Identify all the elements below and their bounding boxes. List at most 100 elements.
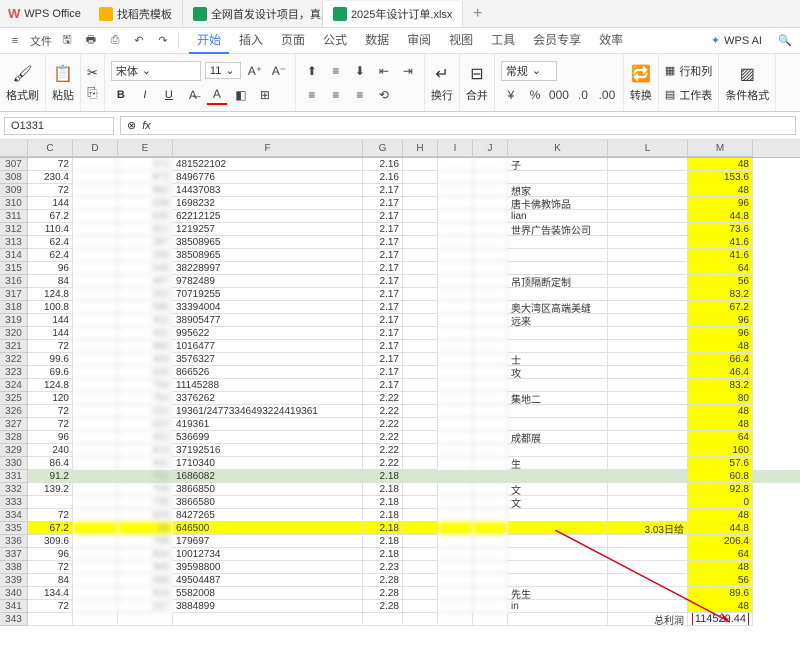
- cell[interactable]: [608, 509, 688, 522]
- cell[interactable]: [608, 171, 688, 184]
- cell[interactable]: 3576327: [173, 353, 363, 366]
- cell[interactable]: [473, 262, 508, 275]
- row-header[interactable]: 314: [0, 249, 28, 262]
- cell[interactable]: [73, 470, 118, 483]
- cell[interactable]: [403, 600, 438, 613]
- cell[interactable]: 735: [118, 496, 173, 509]
- cell[interactable]: 179697: [173, 535, 363, 548]
- table-row[interactable]: 33086.444117103402.22生57.6: [0, 457, 800, 470]
- table-row[interactable]: 329240814371925162.22160: [0, 444, 800, 457]
- cell[interactable]: 36: [118, 522, 173, 535]
- tab-formula[interactable]: 公式: [315, 27, 355, 54]
- cell[interactable]: 83.2: [688, 379, 753, 392]
- cell[interactable]: [508, 249, 608, 262]
- fill-color-button[interactable]: ◧: [231, 85, 251, 105]
- row-header[interactable]: 312: [0, 223, 28, 236]
- cell[interactable]: 62.4: [28, 236, 73, 249]
- cell[interactable]: 872: [118, 171, 173, 184]
- cell[interactable]: [438, 197, 473, 210]
- cell[interactable]: 成都展: [508, 431, 608, 444]
- cell[interactable]: 远来: [508, 314, 608, 327]
- cell[interactable]: 38508965: [173, 236, 363, 249]
- cell[interactable]: 攻: [508, 366, 608, 379]
- col-header[interactable]: C: [28, 140, 73, 157]
- cell[interactable]: 72: [28, 405, 73, 418]
- cell[interactable]: [403, 158, 438, 171]
- cell[interactable]: 2.17: [363, 301, 403, 314]
- cell[interactable]: [73, 171, 118, 184]
- col-header[interactable]: H: [403, 140, 438, 157]
- cell[interactable]: [438, 535, 473, 548]
- cell[interactable]: [73, 366, 118, 379]
- cell[interactable]: 1698232: [173, 197, 363, 210]
- cell[interactable]: 72: [28, 340, 73, 353]
- cell[interactable]: 67.2: [28, 210, 73, 223]
- cell[interactable]: 419361: [173, 418, 363, 431]
- cell[interactable]: [403, 184, 438, 197]
- cell[interactable]: [403, 236, 438, 249]
- cell[interactable]: 2.17: [363, 288, 403, 301]
- row-header[interactable]: 340: [0, 587, 28, 600]
- cell[interactable]: [438, 548, 473, 561]
- table-row[interactable]: 31362.4287385089652.1741.6: [0, 236, 800, 249]
- cell[interactable]: [608, 353, 688, 366]
- cell[interactable]: [473, 288, 508, 301]
- cell[interactable]: [473, 197, 508, 210]
- cell[interactable]: [473, 587, 508, 600]
- cell[interactable]: 62.4: [28, 249, 73, 262]
- cell[interactable]: 39598800: [173, 561, 363, 574]
- cell[interactable]: 704: [118, 379, 173, 392]
- cell[interactable]: [508, 262, 608, 275]
- cell[interactable]: 69.6: [28, 366, 73, 379]
- cell[interactable]: 2.17: [363, 314, 403, 327]
- comma-button[interactable]: 000: [549, 85, 569, 105]
- cell[interactable]: [508, 171, 608, 184]
- format-brush-button[interactable]: 🖌格式刷: [6, 63, 39, 103]
- cell[interactable]: 754: [118, 392, 173, 405]
- cell[interactable]: 48: [688, 158, 753, 171]
- cell[interactable]: [403, 288, 438, 301]
- cell[interactable]: [438, 483, 473, 496]
- cell[interactable]: 66.4: [688, 353, 753, 366]
- row-header[interactable]: 338: [0, 561, 28, 574]
- search-icon[interactable]: 🔍: [776, 32, 794, 50]
- cell[interactable]: 2.17: [363, 223, 403, 236]
- cell[interactable]: 2.18: [363, 509, 403, 522]
- cell[interactable]: [438, 158, 473, 171]
- table-row[interactable]: 32369.66208665262.17攻46.4: [0, 366, 800, 379]
- cell[interactable]: [508, 470, 608, 483]
- cell[interactable]: 814: [118, 444, 173, 457]
- table-row[interactable]: 319144911389054772.17远来96: [0, 314, 800, 327]
- cell[interactable]: 10012734: [173, 548, 363, 561]
- col-header[interactable]: M: [688, 140, 753, 157]
- cell[interactable]: [403, 561, 438, 574]
- cell[interactable]: [73, 262, 118, 275]
- cell[interactable]: [608, 483, 688, 496]
- cell[interactable]: [73, 353, 118, 366]
- cell[interactable]: 96: [28, 262, 73, 275]
- cell[interactable]: [403, 353, 438, 366]
- cell[interactable]: [403, 574, 438, 587]
- cell[interactable]: 41.6: [688, 249, 753, 262]
- cell[interactable]: [608, 327, 688, 340]
- table-row[interactable]: 328964525366992.22成都展64: [0, 431, 800, 444]
- cell[interactable]: 022: [118, 418, 173, 431]
- cell[interactable]: [73, 431, 118, 444]
- cell[interactable]: 72: [28, 158, 73, 171]
- cell[interactable]: [473, 431, 508, 444]
- table-row[interactable]: 327720224193612.2248: [0, 418, 800, 431]
- cell[interactable]: [438, 444, 473, 457]
- row-header[interactable]: 318: [0, 301, 28, 314]
- cell[interactable]: [473, 457, 508, 470]
- row-header[interactable]: 335: [0, 522, 28, 535]
- cell[interactable]: 200: [118, 249, 173, 262]
- cell[interactable]: [403, 249, 438, 262]
- redo-icon[interactable]: ↷: [154, 32, 172, 50]
- cell[interactable]: 2.17: [363, 197, 403, 210]
- cell[interactable]: 99.6: [28, 353, 73, 366]
- cell[interactable]: 96: [688, 327, 753, 340]
- row-header[interactable]: 325: [0, 392, 28, 405]
- cell[interactable]: 144: [28, 197, 73, 210]
- table-row[interactable]: 308230.487284967762.16153.6: [0, 171, 800, 184]
- cell[interactable]: [403, 405, 438, 418]
